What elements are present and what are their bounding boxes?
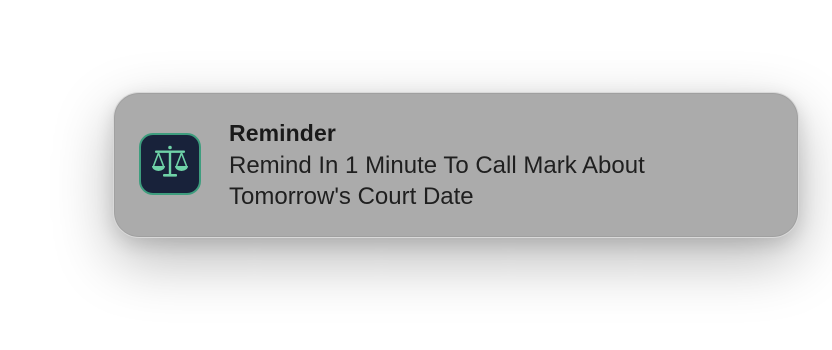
reminder-notification[interactable]: Reminder Remind In 1 Minute To Call Mark… — [113, 92, 799, 238]
notification-content: Reminder Remind In 1 Minute To Call Mark… — [229, 119, 774, 212]
notification-body: Remind In 1 Minute To Call Mark About To… — [229, 152, 645, 210]
scales-of-justice-icon — [152, 145, 188, 177]
desktop-background: Reminder Remind In 1 Minute To Call Mark… — [0, 0, 832, 350]
app-icon — [139, 133, 201, 195]
notification-title: Reminder — [229, 120, 336, 146]
